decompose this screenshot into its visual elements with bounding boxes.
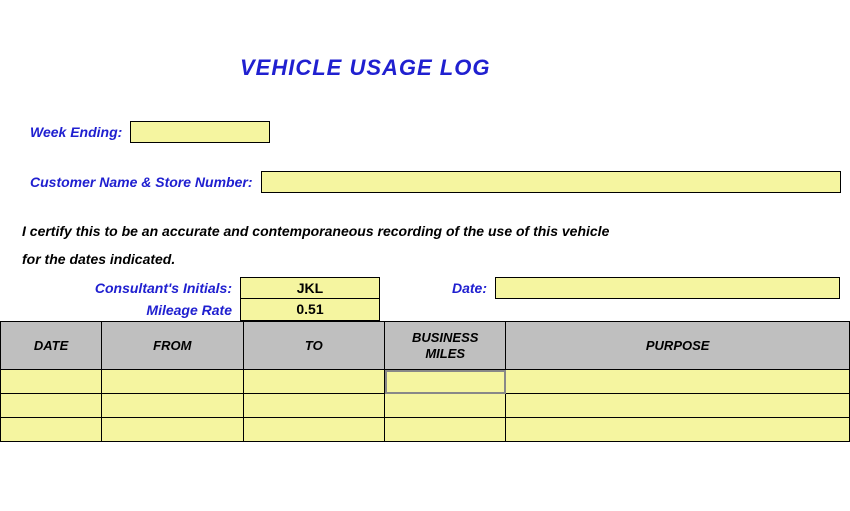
customer-input[interactable] <box>261 171 841 193</box>
cell-miles[interactable] <box>385 370 506 394</box>
mileage-rate-label: Mileage Rate <box>0 299 240 321</box>
mileage-rate-input[interactable]: 0.51 <box>240 299 380 321</box>
cell-to[interactable] <box>243 418 385 442</box>
consultant-initials-input[interactable]: JKL <box>240 277 380 299</box>
cell-miles[interactable] <box>385 394 506 418</box>
certification-line2: for the dates indicated. <box>22 251 850 267</box>
mileage-row: Mileage Rate 0.51 <box>0 299 850 321</box>
cell-date[interactable] <box>1 370 102 394</box>
week-ending-row: Week Ending: <box>30 121 850 143</box>
week-ending-label: Week Ending: <box>30 124 122 140</box>
cell-from[interactable] <box>102 418 244 442</box>
consultant-row: Consultant's Initials: JKL Date: <box>0 277 850 299</box>
table-header-row: DATE FROM TO BUSINESS MILES PURPOSE <box>1 322 850 370</box>
cell-purpose[interactable] <box>506 394 850 418</box>
table-row <box>1 394 850 418</box>
usage-log-table: DATE FROM TO BUSINESS MILES PURPOSE <box>0 321 850 442</box>
date-input[interactable] <box>495 277 840 299</box>
header-date: DATE <box>1 322 102 370</box>
table-row <box>1 418 850 442</box>
header-miles-top: BUSINESS <box>412 330 478 345</box>
cell-to[interactable] <box>243 370 385 394</box>
customer-row: Customer Name & Store Number: <box>30 171 850 193</box>
week-ending-input[interactable] <box>130 121 270 143</box>
certification-line1: I certify this to be an accurate and con… <box>22 223 850 239</box>
cell-purpose[interactable] <box>506 370 850 394</box>
cell-from[interactable] <box>102 394 244 418</box>
table-row <box>1 370 850 394</box>
page-title: VEHICLE USAGE LOG <box>240 55 490 80</box>
cell-date[interactable] <box>1 394 102 418</box>
cell-miles[interactable] <box>385 418 506 442</box>
cell-purpose[interactable] <box>506 418 850 442</box>
page-title-wrap: VEHICLE USAGE LOG <box>240 55 850 81</box>
vehicle-usage-log-form: VEHICLE USAGE LOG Week Ending: Customer … <box>0 55 850 442</box>
header-business-miles: BUSINESS MILES <box>385 322 506 370</box>
header-to: TO <box>243 322 385 370</box>
cell-date[interactable] <box>1 418 102 442</box>
header-miles-bottom: MILES <box>425 346 465 361</box>
cell-to[interactable] <box>243 394 385 418</box>
header-from: FROM <box>102 322 244 370</box>
customer-label: Customer Name & Store Number: <box>30 174 253 190</box>
header-purpose: PURPOSE <box>506 322 850 370</box>
date-label: Date: <box>380 277 495 299</box>
consultant-initials-label: Consultant's Initials: <box>0 277 240 299</box>
cell-from[interactable] <box>102 370 244 394</box>
